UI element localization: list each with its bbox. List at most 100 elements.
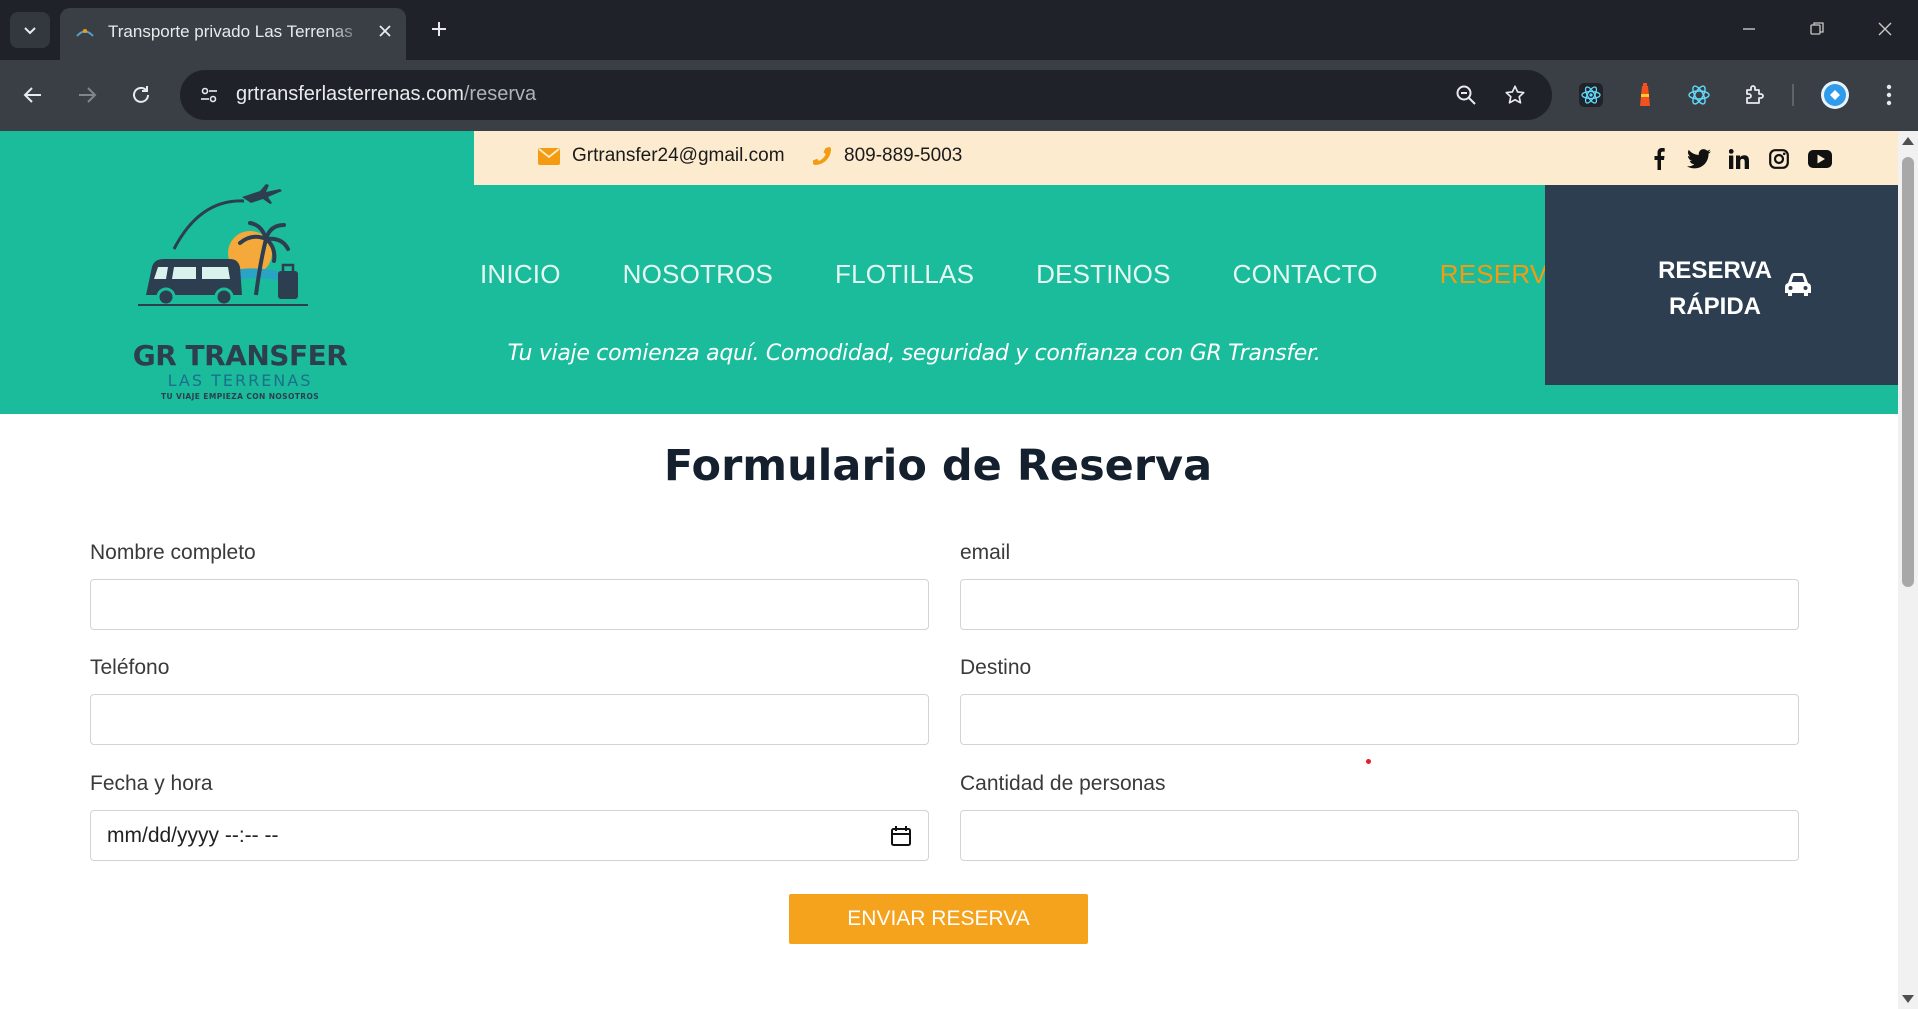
datetime-label: Fecha y hora bbox=[90, 772, 213, 795]
tune-icon bbox=[201, 87, 217, 103]
nav-item-inicio[interactable]: INICIO bbox=[480, 259, 561, 290]
youtube-link[interactable] bbox=[1808, 147, 1832, 171]
browser-menu-button[interactable] bbox=[1872, 78, 1906, 112]
site-logo[interactable] bbox=[130, 175, 350, 355]
envelope-icon bbox=[538, 147, 560, 165]
email-input[interactable] bbox=[960, 579, 1799, 630]
lighthouse-icon bbox=[1640, 83, 1650, 106]
back-button[interactable] bbox=[16, 78, 50, 112]
profile-button[interactable] bbox=[1818, 78, 1852, 112]
react-icon bbox=[1579, 83, 1603, 107]
extensions-button[interactable] bbox=[1737, 78, 1771, 112]
arrow-right-icon bbox=[79, 87, 97, 103]
page-scrollbar[interactable] bbox=[1898, 131, 1918, 1009]
quick-reserve-button[interactable]: RESERVA RÁPIDA bbox=[1545, 185, 1898, 385]
twitter-icon bbox=[1687, 149, 1711, 169]
nav-item-destinos[interactable]: DESTINOS bbox=[1036, 259, 1171, 290]
logo-title: GR TRANSFER bbox=[132, 339, 348, 372]
nav-item-contacto[interactable]: CONTACTO bbox=[1233, 259, 1378, 290]
twitter-link[interactable] bbox=[1687, 147, 1711, 171]
url-text: grtransferlasterrenas.com/reserva bbox=[236, 83, 536, 106]
browser-toolbar: grtransferlasterrenas.com/reserva bbox=[0, 60, 1918, 131]
scroll-thumb[interactable] bbox=[1902, 157, 1914, 587]
facebook-icon bbox=[1654, 148, 1665, 170]
chevron-down-icon bbox=[24, 27, 36, 35]
people-label: Cantidad de personas bbox=[960, 772, 1166, 795]
close-icon bbox=[1878, 22, 1892, 36]
toolbar-separator bbox=[1792, 84, 1794, 106]
address-bar[interactable]: grtransferlasterrenas.com/reserva bbox=[180, 70, 1552, 120]
phone-input[interactable] bbox=[90, 694, 929, 745]
email-contact[interactable]: Grtransfer24@gmail.com bbox=[538, 145, 785, 167]
new-tab-button[interactable] bbox=[424, 14, 454, 44]
scroll-up-arrow-icon[interactable] bbox=[1902, 137, 1914, 145]
destination-label: Destino bbox=[960, 656, 1032, 679]
zoom-button[interactable] bbox=[1451, 80, 1481, 110]
datetime-placeholder: mm/dd/yyyy --:-- -- bbox=[107, 823, 279, 847]
header-tagline: Tu viaje comienza aquí. Comodidad, segur… bbox=[507, 341, 1321, 366]
form-title: Formulario de Reserva bbox=[663, 441, 1213, 491]
minimize-button[interactable] bbox=[1734, 14, 1764, 44]
site-info-button[interactable] bbox=[194, 80, 224, 110]
reload-button[interactable] bbox=[124, 78, 158, 112]
email-text: Grtransfer24@gmail.com bbox=[572, 145, 785, 166]
linkedin-link[interactable] bbox=[1727, 147, 1751, 171]
linkedin-icon bbox=[1729, 149, 1749, 169]
tab-close-button[interactable] bbox=[374, 20, 396, 42]
logo-graphic bbox=[138, 184, 308, 307]
destination-input[interactable] bbox=[960, 694, 1799, 745]
quick-reserve-line2: RÁPIDA bbox=[1668, 293, 1761, 320]
tab-title: Transporte privado Las Terrenas bbox=[108, 22, 353, 41]
browser-tab-bar: Transporte privado Las Terrenas bbox=[0, 0, 1918, 60]
datetime-input[interactable]: mm/dd/yyyy --:-- -- bbox=[90, 810, 929, 861]
minimize-icon bbox=[1743, 28, 1755, 30]
quick-reserve-label: RESERVA RÁPIDA bbox=[1635, 253, 1795, 325]
instagram-link[interactable] bbox=[1767, 147, 1791, 171]
tab-search-button[interactable] bbox=[10, 12, 50, 48]
main-nav: INICIO NOSOTROS FLOTILLAS DESTINOS CONTA… bbox=[480, 259, 1582, 290]
car-icon bbox=[1785, 273, 1811, 296]
submit-reservation-button[interactable]: ENVIAR RESERVA bbox=[789, 894, 1088, 944]
quick-reserve-line1: RESERVA bbox=[1658, 257, 1772, 284]
extension-lighthouse[interactable] bbox=[1628, 78, 1662, 112]
people-input[interactable] bbox=[960, 810, 1799, 861]
forward-button[interactable] bbox=[70, 78, 104, 112]
facebook-link[interactable] bbox=[1647, 147, 1671, 171]
phone-icon bbox=[813, 147, 831, 165]
calendar-icon[interactable] bbox=[890, 825, 912, 847]
phone-label: Teléfono bbox=[90, 656, 170, 679]
arrow-left-icon bbox=[23, 87, 41, 103]
contact-topbar: Grtransfer24@gmail.com 809-889-5003 bbox=[474, 131, 1898, 185]
email-label: email bbox=[960, 541, 1011, 564]
extension-react-alt[interactable] bbox=[1682, 78, 1716, 112]
nav-item-nosotros[interactable]: NOSOTROS bbox=[623, 259, 773, 290]
puzzle-icon bbox=[1746, 85, 1764, 104]
restore-icon bbox=[1810, 22, 1824, 35]
page-viewport: Grtransfer24@gmail.com 809-889-5003 GR T… bbox=[0, 131, 1898, 1009]
phone-contact[interactable]: 809-889-5003 bbox=[812, 145, 962, 167]
scroll-down-arrow-icon[interactable] bbox=[1902, 995, 1914, 1003]
url-path: /reserva bbox=[463, 83, 537, 105]
nav-item-flotillas[interactable]: FLOTILLAS bbox=[835, 259, 974, 290]
close-window-button[interactable] bbox=[1870, 14, 1900, 44]
extension-react-devtools[interactable] bbox=[1574, 78, 1608, 112]
more-vertical-icon bbox=[1886, 84, 1892, 106]
browser-tab[interactable]: Transporte privado Las Terrenas bbox=[60, 8, 406, 60]
instagram-icon bbox=[1769, 149, 1789, 169]
name-label: Nombre completo bbox=[90, 541, 256, 564]
profile-avatar-icon bbox=[1821, 81, 1849, 109]
name-input[interactable] bbox=[90, 579, 929, 630]
plus-icon bbox=[432, 22, 446, 36]
logo-slogan: TU VIAJE EMPIEZA CON NOSOTROS bbox=[160, 392, 320, 401]
youtube-icon bbox=[1808, 150, 1832, 168]
cursor-dot bbox=[1366, 759, 1371, 764]
phone-text: 809-889-5003 bbox=[844, 145, 963, 166]
restore-button[interactable] bbox=[1802, 14, 1832, 44]
bookmark-button[interactable] bbox=[1500, 80, 1530, 110]
close-icon bbox=[379, 25, 391, 37]
site-favicon-icon bbox=[76, 29, 94, 37]
zoom-out-icon bbox=[1456, 85, 1476, 105]
url-domain: grtransferlasterrenas.com bbox=[236, 83, 464, 105]
reload-icon bbox=[133, 86, 149, 103]
site-header: Grtransfer24@gmail.com 809-889-5003 GR T… bbox=[0, 131, 1898, 414]
